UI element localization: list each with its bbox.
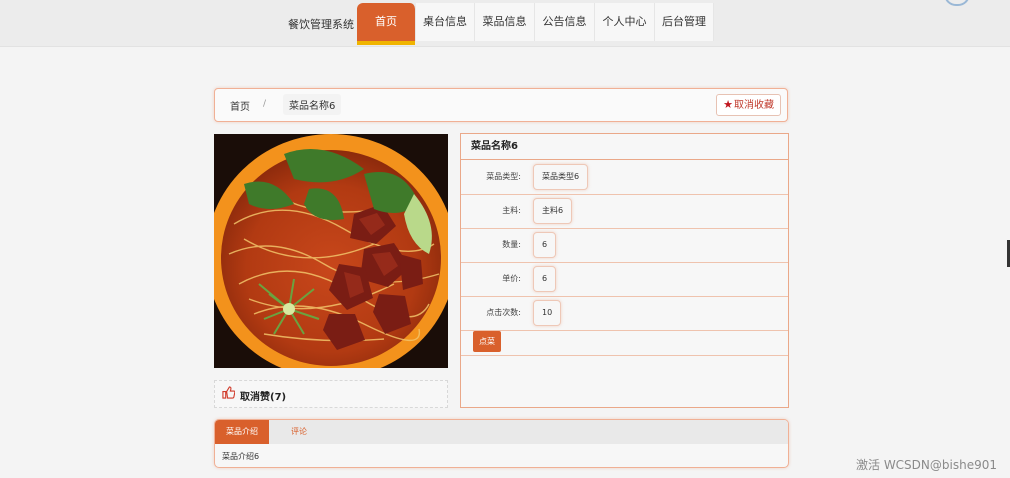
field-value: 菜品类型6: [533, 164, 589, 190]
breadcrumb-current: 菜品名称6: [283, 94, 342, 115]
top-navbar: 餐饮管理系统 首页 桌台信息 菜品信息 公告信息 个人中心 后台管理: [0, 0, 1010, 47]
breadcrumb: 首页 / 菜品名称6 ★取消收藏: [214, 88, 788, 122]
star-icon: ★: [723, 98, 733, 111]
field-value: 10: [533, 300, 562, 326]
unfavorite-button[interactable]: ★取消收藏: [716, 94, 781, 116]
avatar[interactable]: [944, 0, 970, 6]
thumbs-up-icon: [222, 386, 235, 399]
detail-row-ingredient: 主料: 主料6: [461, 194, 788, 229]
tab-header: 菜品介绍 评论: [215, 420, 788, 444]
field-label: 点击次数:: [486, 308, 521, 317]
tab-introduction[interactable]: 菜品介绍: [215, 420, 269, 444]
field-label: 主料:: [502, 206, 521, 215]
field-label: 单价:: [502, 274, 521, 283]
dish-image: [214, 134, 448, 368]
order-button[interactable]: 点菜: [473, 331, 501, 352]
breadcrumb-separator: /: [263, 99, 267, 109]
detail-row-quantity: 数量: 6: [461, 228, 788, 263]
nav-item-profile[interactable]: 个人中心: [595, 3, 655, 41]
nav-item-tables[interactable]: 桌台信息: [416, 3, 475, 41]
field-value: 6: [533, 232, 557, 258]
tab-comments[interactable]: 评论: [277, 420, 321, 444]
noodle-bowl-illustration: [214, 134, 448, 368]
detail-divider: [461, 355, 788, 356]
watermark-text: 激活 WCSDN@bishe901: [856, 458, 997, 472]
field-value: 6: [533, 266, 557, 292]
field-label: 菜品类型:: [486, 172, 521, 181]
unlike-label: 取消赞(7): [240, 392, 287, 403]
nav-item-notices[interactable]: 公告信息: [535, 3, 595, 41]
site-brand: 餐饮管理系统: [288, 18, 354, 31]
nav-item-home[interactable]: 首页: [357, 3, 416, 41]
nav-item-dishes[interactable]: 菜品信息: [475, 3, 535, 41]
tab-content: 菜品介绍6: [222, 452, 260, 461]
dish-title: 菜品名称6: [461, 134, 788, 160]
detail-row-price: 单价: 6: [461, 262, 788, 297]
detail-row-clicks: 点击次数: 10: [461, 296, 788, 331]
dish-detail-panel: 菜品名称6 菜品类型: 菜品类型6 主料: 主料6 数量: 6 单价: 6 点击…: [460, 133, 789, 408]
detail-row-type: 菜品类型: 菜品类型6: [461, 160, 788, 195]
breadcrumb-home-link[interactable]: 首页: [230, 98, 250, 113]
unfavorite-label: 取消收藏: [734, 100, 774, 111]
nav-item-admin[interactable]: 后台管理: [655, 3, 714, 41]
nav-active-underline: [357, 41, 415, 45]
unlike-button[interactable]: 取消赞(7): [214, 380, 448, 408]
field-value: 主料6: [533, 198, 573, 224]
dish-tabs: 菜品介绍 评论 菜品介绍6: [214, 419, 789, 468]
field-label: 数量:: [502, 240, 521, 249]
